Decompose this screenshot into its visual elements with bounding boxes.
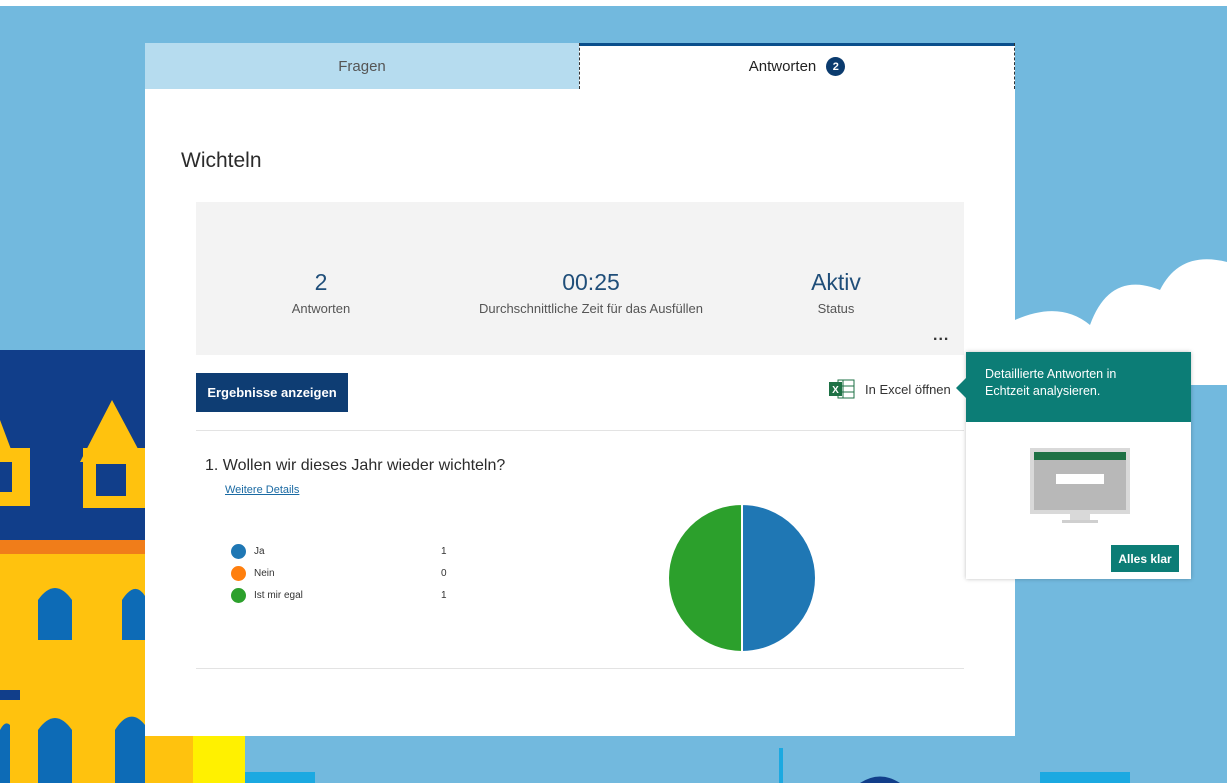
open-in-excel-link[interactable]: X In Excel öffnen: [829, 378, 951, 400]
stat-responses-value: 2: [314, 269, 328, 295]
divider: [196, 668, 964, 669]
active-tab-indicator: [580, 43, 1014, 46]
legend-row: Ist mir egal 1: [231, 584, 461, 606]
stat-average-time-label: Durchschnittliche Zeit für das Ausfüllen: [479, 301, 703, 316]
pie-chart: [667, 503, 817, 653]
stat-status-value: Aktiv: [811, 269, 861, 295]
stat-responses-label: Antworten: [291, 301, 351, 316]
legend-label: Ist mir egal: [254, 589, 303, 601]
legend-count: 1: [441, 545, 447, 557]
svg-text:X: X: [832, 385, 839, 396]
callout-pointer: [956, 378, 966, 398]
callout-ok-button[interactable]: Alles klar: [1111, 545, 1179, 572]
callout-text-line2: Echtzeit analysieren.: [985, 384, 1101, 398]
excel-icon: X: [829, 379, 855, 399]
stat-average-time-value: 00:25: [562, 269, 620, 295]
legend-count: 1: [441, 589, 447, 601]
callout-header: Detaillierte Antworten in Echtzeit analy…: [966, 352, 1191, 422]
callout-text-line1: Detaillierte Antworten in: [985, 367, 1117, 381]
more-details-link[interactable]: Weitere Details: [225, 484, 299, 496]
stat-responses: 2 Antworten: [266, 269, 376, 316]
open-in-excel-label: In Excel öffnen: [865, 381, 951, 397]
divider: [196, 430, 964, 431]
legend-count: 0: [441, 567, 447, 579]
answer-legend: Ja 1 Nein 0 Ist mir egal 1: [231, 540, 461, 606]
tab-fragen-label: Fragen: [338, 57, 386, 75]
legend-dot-ja: [231, 543, 246, 559]
legend-label: Nein: [254, 567, 275, 579]
teaching-callout: Detaillierte Antworten in Echtzeit analy…: [956, 352, 1191, 579]
tab-fragen[interactable]: Fragen: [145, 43, 579, 89]
stat-status: Aktiv Status: [776, 269, 896, 316]
legend-label: Ja: [254, 545, 265, 557]
stat-status-label: Status: [817, 301, 855, 316]
question-title: 1. Wollen wir dieses Jahr wieder wichtel…: [205, 457, 506, 474]
forms-card: Fragen Antworten 2 Wichteln 2 Antworten …: [145, 43, 1015, 736]
more-options-button[interactable]: ...: [933, 327, 949, 345]
tab-antworten-label: Antworten: [748, 58, 817, 75]
stat-average-time: 00:25 Durchschnittliche Zeit für das Aus…: [426, 269, 756, 316]
view-results-button[interactable]: Ergebnisse anzeigen: [196, 373, 348, 412]
legend-row: Nein 0: [231, 562, 461, 584]
form-title: Wichteln: [181, 149, 262, 172]
legend-dot-egal: [231, 587, 246, 603]
legend-dot-nein: [231, 565, 246, 581]
tab-antworten[interactable]: Antworten 2: [579, 43, 1015, 89]
tab-bar: Fragen Antworten 2: [145, 43, 1015, 89]
pie-slice-ja[interactable]: [741, 503, 817, 653]
pie-slice-ist-mir-egal[interactable]: [667, 503, 743, 653]
response-count-badge: 2: [826, 57, 846, 76]
legend-row: Ja 1: [231, 540, 461, 562]
monitor-illustration: [1030, 448, 1130, 523]
stats-panel: 2 Antworten 00:25 Durchschnittliche Zeit…: [196, 202, 964, 355]
